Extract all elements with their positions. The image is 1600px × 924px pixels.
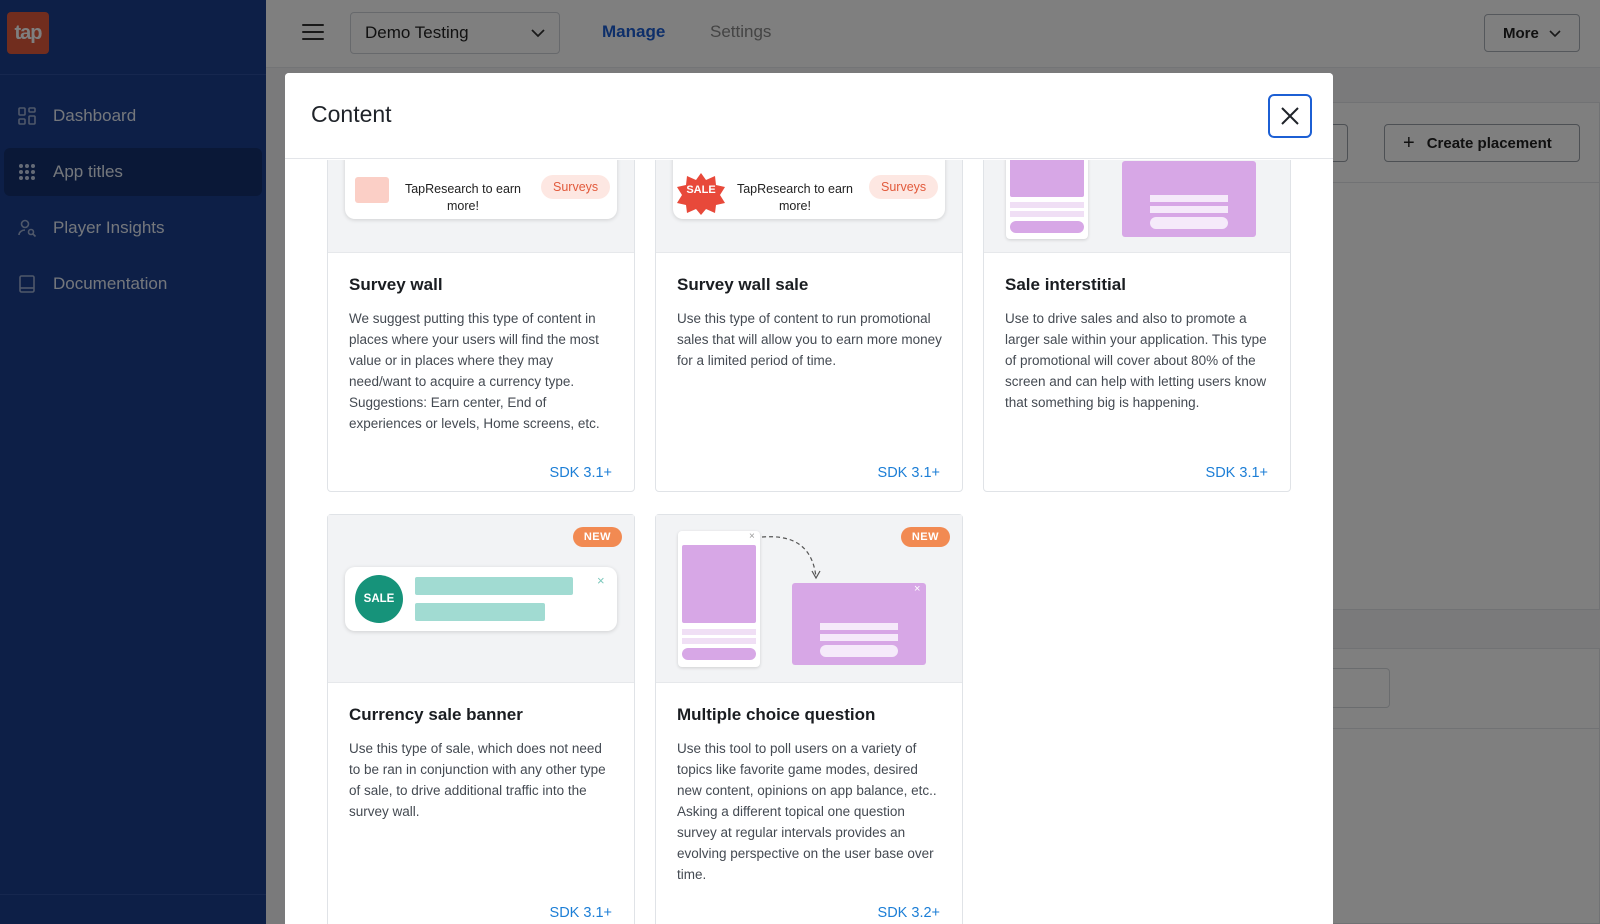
surveys-chip: Surveys <box>541 175 611 199</box>
sdk-version: SDK 3.1+ <box>877 465 940 481</box>
sale-label: SALE <box>363 593 395 605</box>
content-card-multiple-choice-question[interactable]: NEW × × Multiple choice question Use thi… <box>655 514 963 924</box>
arrow-icon <box>761 536 821 580</box>
sdk-version: SDK 3.1+ <box>549 465 612 481</box>
modal-header: Content <box>285 73 1333 159</box>
card-description: We suggest putting this type of content … <box>349 311 600 431</box>
modal-body: TapResearch to earn more! Surveys Survey… <box>285 160 1333 924</box>
sdk-version: SDK 3.1+ <box>1205 465 1268 481</box>
sale-circle-icon: SALE <box>355 575 403 623</box>
sdk-version: SDK 3.1+ <box>549 905 612 921</box>
card-preview: SALE TapResearch to earn more! Surveys <box>656 160 962 253</box>
popup-mockup: × <box>792 583 926 665</box>
content-card-survey-wall[interactable]: TapResearch to earn more! Surveys Survey… <box>327 160 635 492</box>
card-preview: NEW SALE × <box>328 515 634 683</box>
sale-label: SALE <box>686 184 716 196</box>
card-description: Use this type of content to run promotio… <box>677 311 942 368</box>
preview-text: TapResearch to earn more! <box>736 182 854 213</box>
phone-mockup <box>1006 160 1088 239</box>
card-description: Use this tool to poll users on a variety… <box>677 741 937 882</box>
preview-text: TapResearch to earn more! <box>404 182 522 213</box>
modal-title: Content <box>311 101 392 127</box>
card-description: Use this type of sale, which does not ne… <box>349 741 606 819</box>
sale-burst-icon: SALE <box>675 171 727 215</box>
content-card-currency-sale-banner[interactable]: NEW SALE × Currency sale banner Use this… <box>327 514 635 924</box>
close-icon: × <box>749 531 755 542</box>
content-card-sale-interstitial[interactable]: Sale interstitial Use to drive sales and… <box>983 160 1291 492</box>
card-preview: TapResearch to earn more! Surveys <box>328 160 634 253</box>
close-button[interactable] <box>1268 94 1312 138</box>
close-icon <box>1281 107 1299 125</box>
card-preview: NEW × × <box>656 515 962 683</box>
content-card-survey-wall-sale[interactable]: SALE TapResearch to earn more! Surveys S… <box>655 160 963 492</box>
new-badge: NEW <box>572 527 622 547</box>
card-title: Survey wall sale <box>677 275 809 294</box>
card-description: Use to drive sales and also to promote a… <box>1005 311 1267 410</box>
sdk-version: SDK 3.2+ <box>877 905 940 921</box>
thumbnail-placeholder <box>355 177 389 203</box>
close-icon: × <box>597 573 605 588</box>
card-title: Sale interstitial <box>1005 275 1126 294</box>
interstitial-mockup <box>1122 161 1256 237</box>
phone-mockup: × <box>678 531 760 667</box>
card-title: Multiple choice question <box>677 705 876 724</box>
banner-preview: SALE TapResearch to earn more! Surveys <box>673 160 945 219</box>
close-icon: × <box>914 583 921 595</box>
surveys-chip: Surveys <box>869 175 939 199</box>
card-title: Survey wall <box>349 275 443 294</box>
banner-preview: TapResearch to earn more! Surveys <box>345 160 617 219</box>
new-badge: NEW <box>900 527 950 547</box>
banner-preview: SALE × <box>345 567 617 631</box>
content-modal: Content TapResearch to earn more! Survey… <box>285 73 1333 924</box>
card-preview <box>984 160 1290 253</box>
card-title: Currency sale banner <box>349 705 523 724</box>
